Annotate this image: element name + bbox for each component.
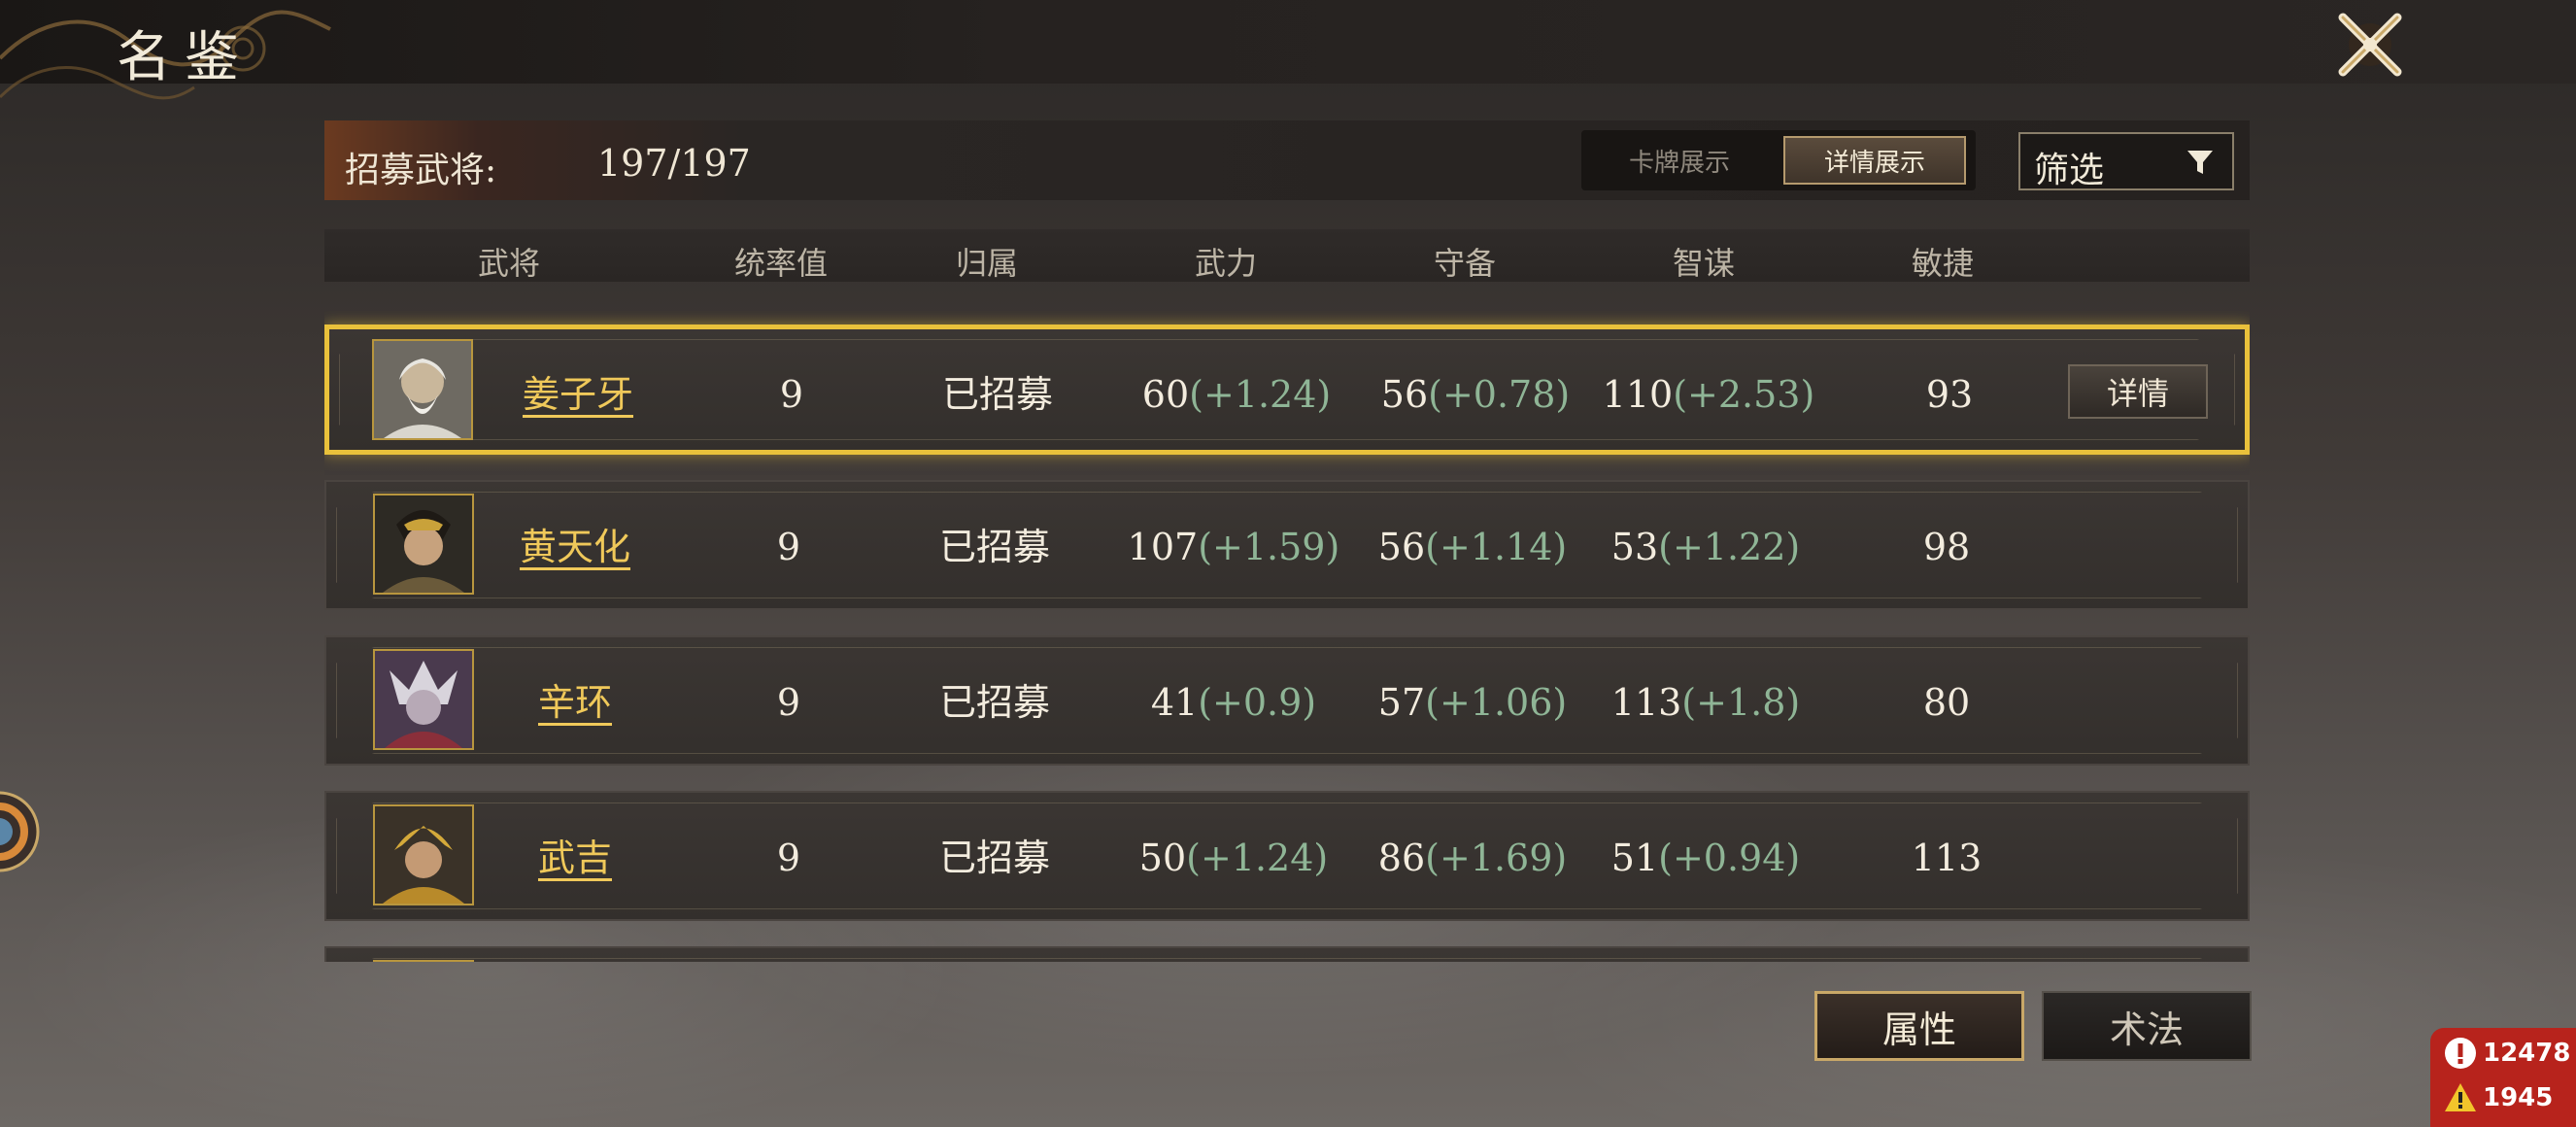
status-value: 已招募 [938,837,1051,879]
defense-base: 56 [1377,526,1426,568]
avatar [373,804,474,905]
force-value: 41(+0.9) [1151,637,1316,768]
card-view-button[interactable]: 卡牌展示 [1593,136,1766,185]
col-header-general: 武将 [477,245,541,282]
leadership-value: 9 [776,837,801,879]
force-bonus: (+1.24) [1186,837,1329,879]
defense-base: 57 [1377,681,1426,724]
col-header-affiliation: 归属 [955,245,1019,282]
col-header-force: 武力 [1194,245,1258,282]
error-count-row: 12478 [2444,1032,2570,1075]
status-value: 已招募 [938,681,1051,724]
title-bar [0,0,2576,84]
agility-value: 93 [1925,373,1974,416]
general-name[interactable]: 黄天化 [520,482,630,612]
avatar [373,494,474,595]
force-base: 50 [1138,837,1187,879]
intellect-bonus: (+1.22) [1658,526,1801,568]
intellect-value: 51(+0.94) [1611,793,1800,923]
defense-bonus: (+0.78) [1428,373,1571,416]
table-row[interactable]: 姜子牙 9 已招募 60(+1.24) 56(+0.78) 110(+2.53)… [324,324,2250,455]
page-title: 名鉴 [117,26,253,89]
force-value: 50(+1.24) [1139,793,1328,923]
agility-value: 98 [1922,526,1971,568]
defense-bonus: (+1.06) [1425,681,1568,724]
force-base: 41 [1150,681,1199,724]
warning-count-row: 1945 [2444,1076,2553,1119]
intellect-bonus: (+1.8) [1681,681,1801,724]
general-name[interactable]: 辛环 [538,637,612,768]
defense-base: 56 [1380,373,1429,416]
leadership-value: 9 [779,373,804,416]
status-value: 已招募 [941,373,1054,416]
detail-view-button[interactable]: 详情展示 [1783,136,1966,185]
agility-value: 80 [1922,681,1971,724]
force-bonus: (+0.9) [1198,681,1317,724]
recruit-label: 招募武将: [345,151,497,190]
filter-label: 筛选 [2034,151,2105,190]
defense-value: 86(+1.69) [1378,793,1567,923]
recruit-count: 197/197 [597,142,751,185]
intellect-value: 53(+1.22) [1611,482,1800,612]
force-base: 107 [1127,526,1199,568]
intellect-value: 110(+2.53) [1603,329,1815,460]
tab-attributes[interactable]: 属性 [1814,991,2024,1061]
defense-bonus: (+1.69) [1425,837,1568,879]
intellect-bonus: (+2.53) [1673,373,1815,416]
leadership-value: 9 [776,526,801,568]
avatar [372,339,473,440]
avatar [373,960,474,962]
defense-bonus: (+1.14) [1425,526,1568,568]
agility-value: 113 [1911,837,1983,879]
avatar [373,649,474,750]
status-value: 已招募 [938,526,1051,568]
error-count: 12478 [2483,1039,2571,1068]
close-icon[interactable] [2331,6,2409,84]
force-value: 107(+1.59) [1128,482,1340,612]
detail-button[interactable]: 详情 [2068,364,2208,419]
filter-icon [2187,151,2213,174]
defense-value: 57(+1.06) [1378,637,1567,768]
force-bonus: (+1.59) [1198,526,1340,568]
force-bonus: (+1.24) [1189,373,1332,416]
table-row[interactable]: 辛环 9 已招募 41(+0.9) 57(+1.06) 113(+1.8) 80 [324,635,2250,766]
side-menu-icon[interactable] [0,783,41,880]
intellect-bonus: (+0.94) [1658,837,1801,879]
table-row[interactable]: 黄天化 9 已招募 107(+1.59) 56(+1.14) 53(+1.22)… [324,480,2250,610]
intellect-value: 113(+1.8) [1611,637,1800,768]
defense-base: 86 [1377,837,1426,879]
defense-value: 56(+0.78) [1381,329,1570,460]
tab-skills[interactable]: 术法 [2042,991,2252,1061]
defense-value: 56(+1.14) [1378,482,1567,612]
debug-notification-badge[interactable]: 12478 1945 [2430,1028,2576,1127]
warning-icon [2445,1083,2476,1111]
filter-button[interactable]: 筛选 [2018,132,2234,190]
col-header-agility: 敏捷 [1911,245,1975,282]
col-header-defense: 守备 [1433,245,1497,282]
table-header: 武将 统率值 归属 武力 守备 智谋 敏捷 [324,229,2250,282]
table-row-partial[interactable] [324,946,2250,962]
force-value: 60(+1.24) [1142,329,1331,460]
warning-count: 1945 [2483,1083,2554,1112]
general-list[interactable]: 姜子牙 9 已招募 60(+1.24) 56(+0.78) 110(+2.53)… [324,311,2250,962]
general-name[interactable]: 武吉 [538,793,612,923]
error-icon [2445,1038,2476,1069]
leadership-value: 9 [776,681,801,724]
intellect-base: 113 [1610,681,1682,724]
table-row[interactable]: 武吉 9 已招募 50(+1.24) 86(+1.69) 51(+0.94) 1… [324,791,2250,921]
intellect-base: 51 [1610,837,1659,879]
col-header-intellect: 智谋 [1672,245,1736,282]
intellect-base: 53 [1610,526,1659,568]
force-base: 60 [1141,373,1190,416]
col-header-leadership: 统率值 [733,245,829,282]
intellect-base: 110 [1602,373,1674,416]
general-name[interactable]: 姜子牙 [523,329,633,460]
